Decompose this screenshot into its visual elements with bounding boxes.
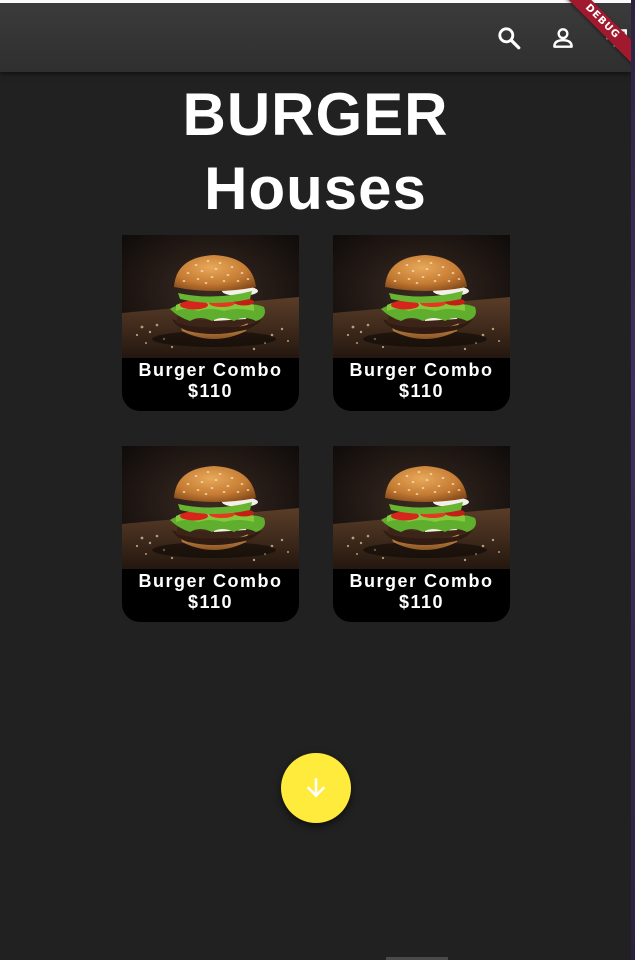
cast-icon <box>605 29 627 47</box>
product-name: Burger Combo <box>138 571 283 591</box>
account-button[interactable] <box>548 23 578 53</box>
product-card[interactable]: Burger Combo $110 <box>333 446 510 622</box>
burger-image <box>122 446 299 569</box>
window-frame <box>631 0 635 960</box>
cast-button[interactable] <box>601 23 631 53</box>
product-name: Burger Combo <box>138 360 283 380</box>
burger-image <box>333 446 510 569</box>
title-line-1: BURGER <box>182 81 449 148</box>
app-screen: DEBUG BURGER Houses Burger Combo $110 Bu… <box>0 0 631 960</box>
page-title: BURGER Houses <box>0 78 631 226</box>
product-price: $110 <box>187 592 234 612</box>
burger-image <box>333 235 510 358</box>
scroll-down-button[interactable] <box>281 753 351 823</box>
product-card[interactable]: Burger Combo $110 <box>122 235 299 411</box>
product-name: Burger Combo <box>349 571 494 591</box>
product-price: $110 <box>398 592 445 612</box>
title-line-2: Houses <box>204 155 427 222</box>
account-icon <box>553 28 573 48</box>
arrow-down-icon <box>307 778 325 797</box>
product-card[interactable]: Burger Combo $110 <box>122 446 299 622</box>
product-price: $110 <box>398 381 445 401</box>
burger-image <box>122 235 299 358</box>
search-icon <box>498 27 521 50</box>
app-bar <box>0 0 631 72</box>
search-button[interactable] <box>494 23 524 53</box>
product-name: Burger Combo <box>349 360 494 380</box>
product-card[interactable]: Burger Combo $110 <box>333 235 510 411</box>
product-price: $110 <box>187 381 234 401</box>
